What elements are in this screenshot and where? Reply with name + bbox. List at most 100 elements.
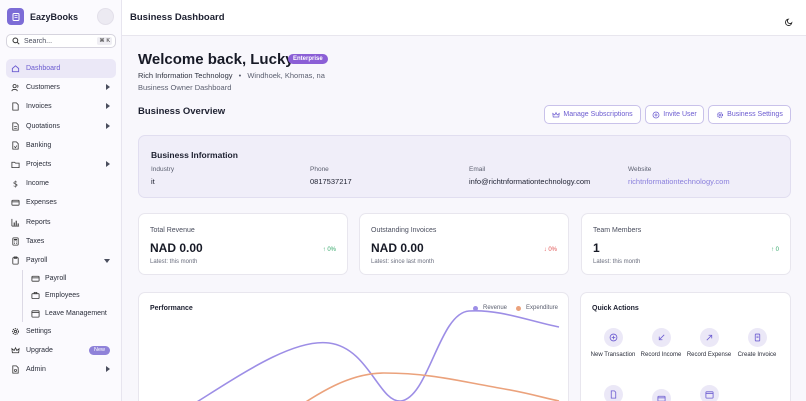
bar-chart-icon <box>11 218 20 227</box>
calendar-icon <box>699 385 719 401</box>
wallet-icon <box>31 274 40 283</box>
file-icon <box>11 102 20 111</box>
business-information-card: Business Information Industry it Phone 0… <box>138 135 791 198</box>
stat-delta: ↓ 0% <box>543 247 557 253</box>
user-avatar[interactable] <box>97 8 114 25</box>
sidebar-item-label: Reports <box>26 218 51 226</box>
sidebar-item-projects[interactable]: Projects <box>6 155 116 174</box>
section-title: Business Overview <box>138 106 226 117</box>
svg-text:$: $ <box>13 179 18 188</box>
sidebar-item-taxes[interactable]: Taxes <box>6 232 116 251</box>
record-expense-button[interactable]: Record Expense <box>686 328 732 360</box>
sidebar-item-income[interactable]: $ Income <box>6 174 116 193</box>
sidebar-item-banking[interactable]: Banking <box>6 136 116 155</box>
quick-action-label: New Transaction <box>590 352 636 358</box>
total-revenue-card: Total Revenue NAD 0.00 Latest: this mont… <box>138 213 348 275</box>
caret-right-icon <box>106 84 110 91</box>
industry-field: Industry it <box>151 166 174 186</box>
bank-icon <box>11 141 20 150</box>
sidebar-item-payroll[interactable]: Payroll <box>6 251 116 270</box>
sidebar-subitem-leave-management[interactable]: Leave Management <box>31 304 116 321</box>
sidebar-subitem-employees[interactable]: Employees <box>31 287 116 304</box>
company-line: Rich Information Technology • Windhoek, … <box>138 71 325 80</box>
receipt-icon <box>747 328 767 347</box>
caret-right-icon <box>106 122 110 129</box>
file-text-icon <box>11 122 20 131</box>
sidebar-item-label: Quotations <box>26 122 60 130</box>
create-invoice-button[interactable]: Create Invoice <box>734 328 780 360</box>
sidebar: EazyBooks Search... ⌘ K Dashboard Custom… <box>0 0 122 401</box>
new-transaction-button[interactable]: New Transaction <box>590 328 636 360</box>
stat-value: NAD 0.00 <box>371 241 424 255</box>
clipboard-icon <box>11 256 20 265</box>
sidebar-item-reports[interactable]: Reports <box>6 213 116 232</box>
users-icon <box>11 83 20 92</box>
field-label: Website <box>628 166 652 173</box>
calendar-icon <box>31 309 40 318</box>
quick-action-document[interactable] <box>590 385 636 401</box>
sidebar-subitem-label: Employees <box>45 292 80 300</box>
quick-action-label: Record Expense <box>686 352 732 358</box>
plan-badge: Enterprise <box>288 54 328 64</box>
sidebar-item-settings[interactable]: Settings <box>6 322 116 341</box>
sidebar-subitem-payroll[interactable]: Payroll <box>31 270 116 287</box>
brand[interactable]: EazyBooks <box>7 8 78 25</box>
dashboard-subtitle: Business Owner Dashboard <box>138 83 232 92</box>
stat-label: Total Revenue <box>150 227 195 234</box>
card-title: Quick Actions <box>592 305 639 312</box>
sidebar-item-label: Payroll <box>26 256 48 264</box>
performance-chart-card: Performance Revenue Expenditure <box>138 292 569 401</box>
moon-icon[interactable] <box>785 13 794 26</box>
sidebar-item-invoices[interactable]: Invoices <box>6 97 116 116</box>
caret-right-icon <box>106 103 110 110</box>
sidebar-item-label: Dashboard <box>26 65 61 73</box>
field-value: it <box>151 177 155 186</box>
stat-subtext: Latest: this month <box>593 259 641 265</box>
stat-delta: ↑ 0% <box>322 247 336 253</box>
website-link[interactable]: richtnformationtechnology.com <box>628 177 730 186</box>
crown-icon <box>552 111 561 117</box>
briefcase-icon <box>31 291 40 300</box>
caret-down-icon <box>104 258 110 263</box>
manage-subscriptions-button[interactable]: Manage Subscriptions <box>544 105 641 124</box>
quick-action-calendar[interactable] <box>686 385 732 401</box>
arrow-down-left-icon <box>651 328 671 347</box>
welcome-heading: Welcome back, Lucky <box>138 51 294 68</box>
shield-icon <box>11 365 20 374</box>
legend-label: Expenditure <box>526 305 559 311</box>
legend-dot <box>473 305 478 311</box>
invite-user-button[interactable]: Invite User <box>645 105 704 124</box>
phone-field: Phone 0817537217 <box>310 166 352 186</box>
quick-action-card-payment[interactable] <box>638 389 684 401</box>
sidebar-item-upgrade[interactable]: Upgrade New <box>6 341 116 360</box>
calculator-icon <box>11 237 20 246</box>
caret-right-icon <box>106 160 110 167</box>
sidebar-item-expenses[interactable]: Expenses <box>6 193 116 212</box>
record-income-button[interactable]: Record Income <box>638 328 684 360</box>
gear-icon <box>717 111 724 118</box>
button-label: Manage Subscriptions <box>563 111 633 118</box>
sidebar-item-quotations[interactable]: Quotations <box>6 117 116 136</box>
stat-delta: ↑ 0 <box>770 247 779 253</box>
separator-dot: • <box>238 71 242 80</box>
page-title: Business Dashboard <box>130 12 225 23</box>
team-members-card: Team Members 1 Latest: this month ↑ 0 <box>581 213 791 275</box>
search-shortcut: ⌘ K <box>97 37 112 45</box>
chart-title: Performance <box>150 305 193 312</box>
location: Windhoek, Khomas, na <box>247 71 325 80</box>
sidebar-item-label: Admin <box>26 366 46 374</box>
plus-circle-icon <box>603 328 623 347</box>
caret-right-icon <box>106 366 110 372</box>
sidebar-item-admin[interactable]: Admin <box>6 360 116 379</box>
sidebar-item-dashboard[interactable]: Dashboard <box>6 59 116 79</box>
gear-icon <box>11 327 20 336</box>
top-header: Business Dashboard <box>122 0 806 36</box>
sidebar-item-customers[interactable]: Customers <box>6 78 116 97</box>
outstanding-invoices-card: Outstanding Invoices NAD 0.00 Latest: si… <box>359 213 569 275</box>
credit-card-icon <box>651 389 671 401</box>
field-value: 0817537217 <box>310 177 352 186</box>
search-input[interactable]: Search... ⌘ K <box>6 34 116 48</box>
business-settings-button[interactable]: Business Settings <box>708 105 791 124</box>
sidebar-item-label: Taxes <box>26 237 45 245</box>
field-label: Email <box>469 166 486 173</box>
